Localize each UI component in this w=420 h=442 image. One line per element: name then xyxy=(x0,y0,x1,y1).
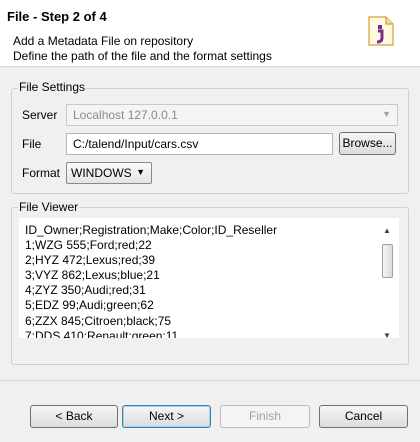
format-value: WINDOWS xyxy=(71,166,132,180)
footer-divider xyxy=(0,380,420,381)
chevron-down-icon: ▼ xyxy=(136,167,145,177)
server-select[interactable]: Localhost 127.0.0.1 ▼ xyxy=(66,104,398,126)
finish-button[interactable]: Finish xyxy=(220,405,310,428)
file-line: 4;ZYZ 350;Audi;red;31 xyxy=(25,283,146,298)
file-line: 1;WZG 555;Ford;red;22 xyxy=(25,238,152,253)
server-value: Localhost 127.0.0.1 xyxy=(73,108,178,122)
file-line: 3;VYZ 862;Lexus;blue;21 xyxy=(25,268,160,283)
format-select[interactable]: WINDOWS ▼ xyxy=(66,162,152,184)
chevron-down-icon: ▼ xyxy=(382,109,391,119)
file-line: 7;DDS 410;Renault;green;11 xyxy=(25,328,179,338)
file-path-input[interactable]: C:/talend/Input/cars.csv xyxy=(66,133,333,155)
file-viewer-lines: ID_Owner;Registration;Make;Color;ID_Rese… xyxy=(19,223,277,338)
file-viewer-text[interactable]: ID_Owner;Registration;Make;Color;ID_Rese… xyxy=(19,218,399,338)
format-label: Format xyxy=(22,166,61,180)
wizard-description-line1: Add a Metadata File on repository xyxy=(13,34,194,48)
file-line: ID_Owner;Registration;Make;Color;ID_Rese… xyxy=(25,223,278,237)
file-settings-title: File Settings xyxy=(18,80,87,94)
scroll-down-icon[interactable]: ▼ xyxy=(383,331,391,340)
file-metadata-icon xyxy=(368,16,394,46)
wizard-description-line2: Define the path of the file and the form… xyxy=(13,49,272,63)
browse-button[interactable]: Browse... xyxy=(339,132,396,155)
back-button[interactable]: < Back xyxy=(30,405,118,428)
file-viewer-scrollbar[interactable]: ▲ ▼ xyxy=(380,224,396,342)
scrollbar-thumb[interactable] xyxy=(382,244,393,278)
file-line: 6;ZZX 845;Citroen;black;75 xyxy=(25,313,172,328)
file-line: 5;EDZ 99;Audi;green;62 xyxy=(25,298,154,313)
wizard-header: File - Step 2 of 4 Add a Metadata File o… xyxy=(0,0,420,67)
cancel-button[interactable]: Cancel xyxy=(319,405,408,428)
file-viewer-title: File Viewer xyxy=(18,200,80,214)
file-line: 2;HYZ 472;Lexus;red;39 xyxy=(25,253,156,268)
scroll-up-icon[interactable]: ▲ xyxy=(383,226,391,235)
next-button[interactable]: Next > xyxy=(122,405,211,428)
file-label: File xyxy=(22,137,42,151)
server-label: Server xyxy=(22,108,58,122)
wizard-title: File - Step 2 of 4 xyxy=(7,9,107,24)
